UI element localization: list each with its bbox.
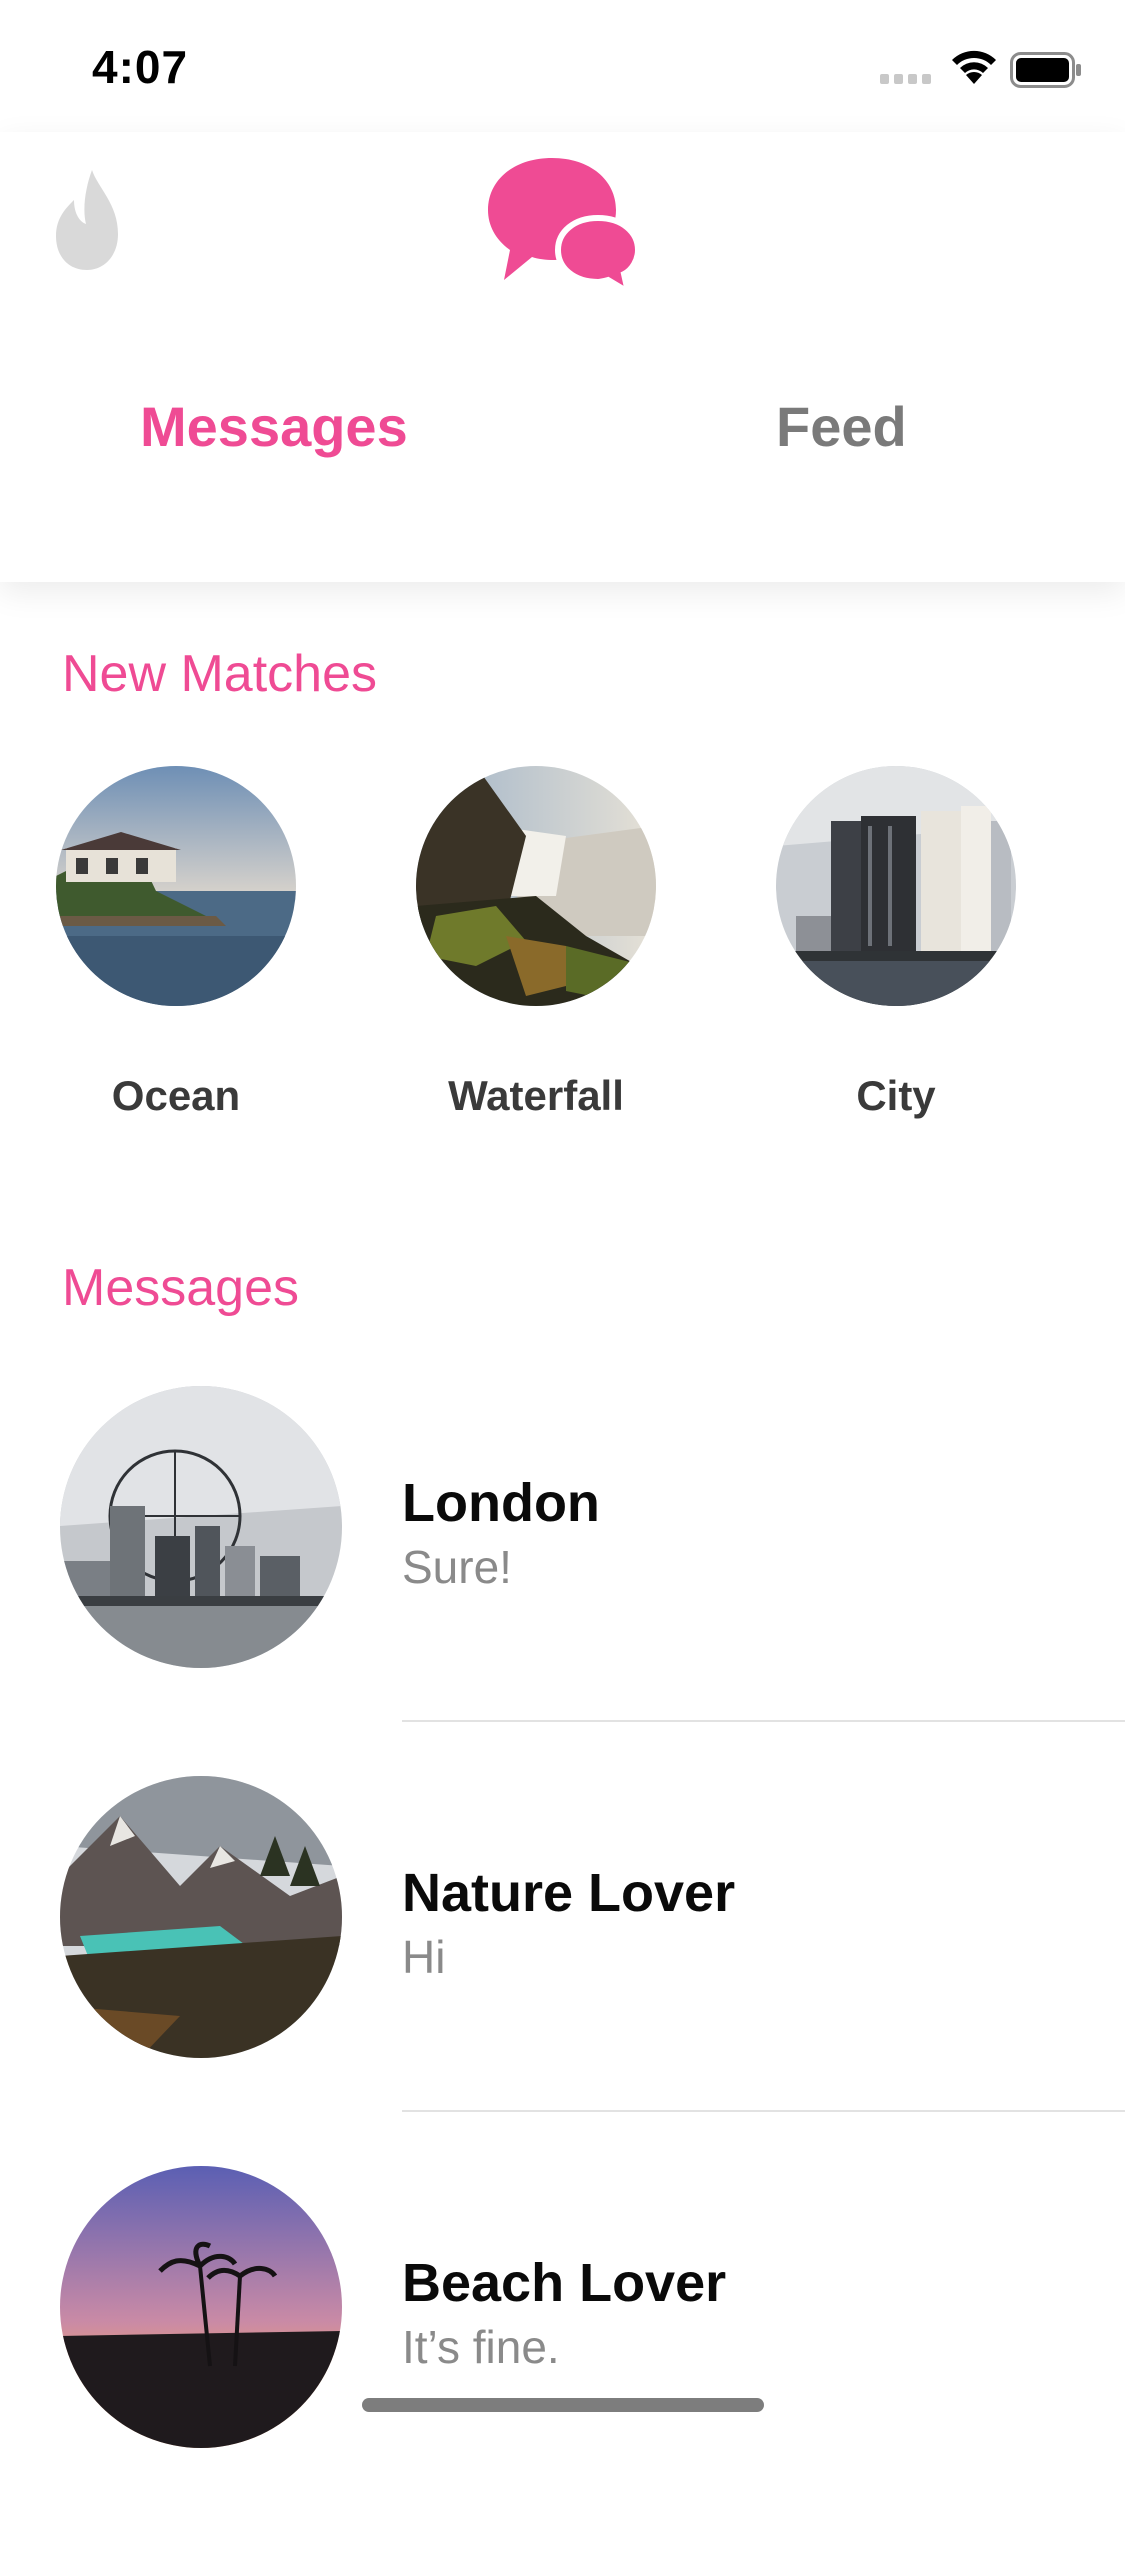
message-preview: It’s fine. [402, 2321, 560, 2373]
home-indicator[interactable] [362, 2398, 764, 2412]
wifi-icon [948, 46, 1000, 86]
avatar [56, 766, 296, 1006]
message-sender: London [402, 1473, 600, 1533]
signal-icon [880, 74, 934, 86]
divider [402, 1720, 1125, 1722]
avatar [60, 2166, 342, 2448]
match-item-city[interactable]: City [776, 766, 1016, 1120]
message-preview: Sure! [402, 1541, 512, 1593]
battery-icon [1010, 52, 1082, 88]
avatar [60, 1776, 342, 2058]
message-row-london[interactable]: London Sure! [0, 1386, 1125, 1776]
flame-icon[interactable] [52, 168, 122, 272]
status-time: 4:07 [92, 41, 189, 93]
tab-feed[interactable]: Feed [776, 394, 907, 459]
match-item-ocean[interactable]: Ocean [56, 766, 296, 1120]
match-name: Waterfall [448, 1072, 624, 1119]
avatar [60, 1386, 342, 1668]
new-matches-title: New Matches [62, 645, 377, 703]
tab-messages[interactable]: Messages [140, 394, 408, 459]
match-item-waterfall[interactable]: Waterfall [416, 766, 656, 1120]
chat-bubbles-icon[interactable] [482, 152, 642, 292]
app-header: Messages Feed [0, 132, 1125, 582]
message-row-nature-lover[interactable]: Nature Lover Hi [0, 1776, 1125, 2166]
messages-title: Messages [62, 1259, 299, 1317]
divider [402, 2110, 1125, 2112]
status-bar: 4:07 [0, 0, 1125, 132]
message-preview: Hi [402, 1931, 446, 1983]
match-name: City [856, 1072, 936, 1119]
message-row-beach-lover[interactable]: Beach Lover It’s fine. [0, 2166, 1125, 2556]
match-name: Ocean [111, 1072, 241, 1119]
message-sender: Beach Lover [402, 2253, 727, 2313]
avatar [776, 766, 1016, 1006]
message-sender: Nature Lover [402, 1863, 736, 1923]
avatar [416, 766, 656, 1006]
